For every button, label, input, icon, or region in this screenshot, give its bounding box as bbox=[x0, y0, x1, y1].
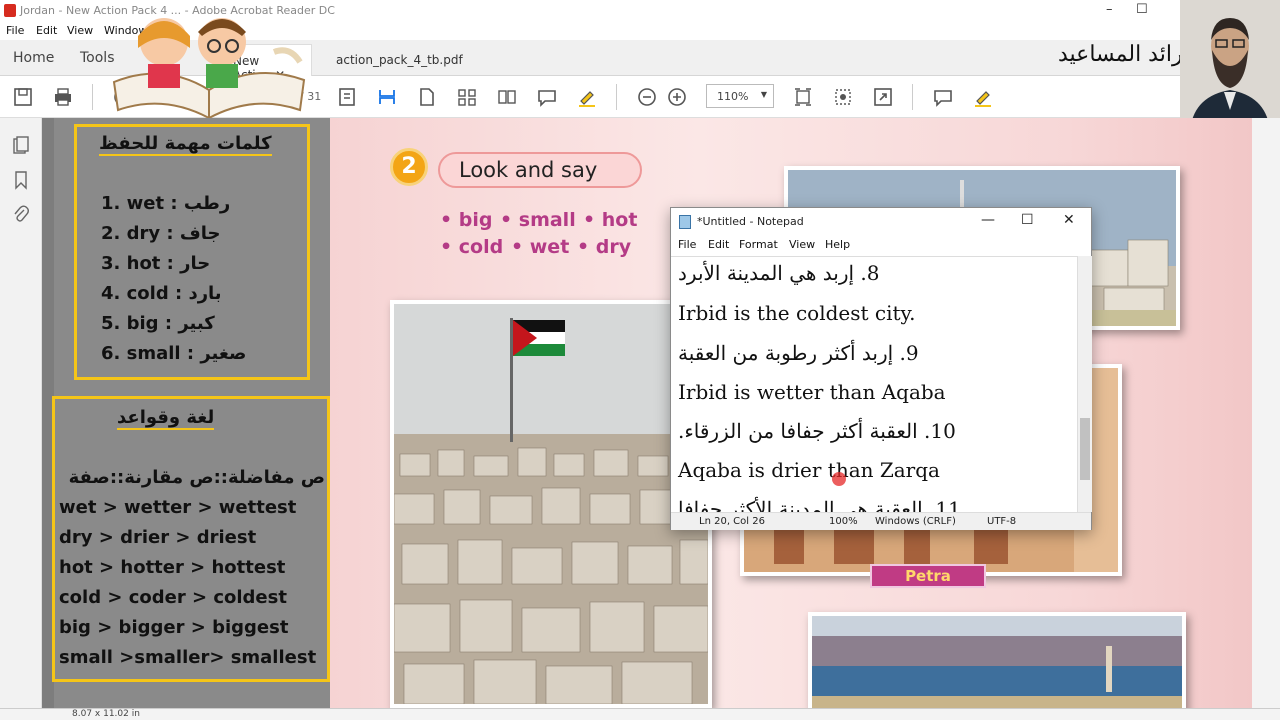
comment-icon[interactable] bbox=[536, 86, 558, 108]
notepad-status-bar: Ln 20, Col 26 100% Windows (CRLF) UTF-8 bbox=[671, 512, 1091, 530]
page-size: 8.07 x 11.02 in bbox=[72, 709, 140, 719]
viewer-scrollbar[interactable] bbox=[1252, 118, 1280, 708]
vocab-item: 3. hot : حار bbox=[101, 253, 211, 274]
page-thumbnail-icon[interactable] bbox=[336, 86, 358, 108]
attachment-icon[interactable] bbox=[11, 204, 31, 224]
notepad-title: *Untitled - Notepad bbox=[697, 215, 804, 228]
grammar-box: لغة وقواعد ص مفاضلة::ص مقارنة::صفة wet >… bbox=[52, 396, 330, 682]
acrobat-status-bar: 8.07 x 11.02 in bbox=[0, 708, 1280, 720]
organize-pages-icon[interactable] bbox=[456, 86, 478, 108]
line-ending: Windows (CRLF) bbox=[875, 516, 956, 527]
mouse-pointer-highlight bbox=[832, 472, 846, 486]
notepad-text-area[interactable]: 8. إربد هي المدينة الأبرد Irbid is the c… bbox=[671, 256, 1077, 512]
select-tool-icon[interactable] bbox=[376, 86, 398, 108]
zoom-out-icon[interactable] bbox=[636, 86, 658, 108]
kids-reading-logo bbox=[112, 18, 306, 120]
notepad-icon bbox=[679, 215, 691, 229]
vocab-word: • small bbox=[500, 209, 576, 231]
zoom-level: 100% bbox=[829, 516, 858, 527]
vocab-item: 6. small : صغير bbox=[101, 343, 247, 364]
np-menu-view[interactable]: View bbox=[789, 238, 815, 251]
grammar-row: wet > wetter > wettest bbox=[59, 497, 297, 518]
channel-brand-name: رائد المساعيد bbox=[1058, 42, 1183, 67]
vocab-item: 4. cold : بارد bbox=[101, 283, 222, 304]
vocab-word: • big bbox=[440, 209, 493, 231]
vocab-item: 5. big : كبير bbox=[101, 313, 215, 334]
toolbar-divider bbox=[912, 84, 913, 110]
notepad-window[interactable]: *Untitled - Notepad — ☐ ✕ File Edit Form… bbox=[670, 207, 1092, 530]
rotate-icon[interactable] bbox=[832, 86, 854, 108]
maximize-icon[interactable]: ☐ bbox=[1136, 2, 1148, 17]
vocab-word: • hot bbox=[583, 209, 638, 231]
vocab-word: • wet bbox=[511, 236, 570, 258]
maximize-icon[interactable]: ☐ bbox=[1021, 212, 1034, 228]
two-page-view-icon[interactable] bbox=[496, 86, 518, 108]
notepad-scrollbar[interactable] bbox=[1077, 256, 1092, 512]
vocab-item: 2. dry : جاف bbox=[101, 223, 221, 244]
cursor-position: Ln 20, Col 26 bbox=[699, 516, 765, 527]
menu-edit[interactable]: Edit bbox=[36, 24, 57, 37]
close-icon[interactable]: ✕ bbox=[1063, 212, 1075, 228]
document-icon[interactable] bbox=[416, 86, 438, 108]
np-menu-help[interactable]: Help bbox=[825, 238, 850, 251]
vocabulary-title: كلمات مهمة للحفظ bbox=[99, 133, 272, 156]
presenter-image bbox=[1180, 0, 1280, 130]
zoom-value: 110% bbox=[717, 90, 749, 103]
grammar-row: small >smaller> smallest bbox=[59, 647, 317, 668]
full-screen-icon[interactable] bbox=[872, 86, 894, 108]
petra-caption: Petra bbox=[870, 564, 986, 588]
highlight-icon[interactable] bbox=[972, 86, 994, 108]
navigation-rail bbox=[0, 118, 42, 708]
aqaba-coast-photo bbox=[808, 612, 1186, 712]
np-menu-file[interactable]: File bbox=[678, 238, 696, 251]
acrobat-app-icon bbox=[4, 4, 16, 17]
text-line: Irbid is the coldest city. bbox=[678, 301, 916, 325]
grammar-row: hot > hotter > hottest bbox=[59, 557, 286, 578]
scrollbar-thumb[interactable] bbox=[1080, 418, 1090, 480]
doc-tab-inactive[interactable]: action_pack_4_tb.pdf bbox=[326, 44, 473, 76]
zoom-in-icon[interactable] bbox=[666, 86, 688, 108]
exercise-heading: Look and say bbox=[438, 152, 642, 188]
menu-view[interactable]: View bbox=[67, 24, 93, 37]
grammar-row: cold > coder > coldest bbox=[59, 587, 287, 608]
grammar-row: dry > drier > driest bbox=[59, 527, 257, 548]
vocab-item: 1. wet : رطب bbox=[101, 193, 231, 214]
comment-icon[interactable] bbox=[932, 86, 954, 108]
toolbar-divider bbox=[92, 84, 93, 110]
zoom-select[interactable]: 110% ▼ bbox=[706, 84, 774, 108]
vocabulary-box: كلمات مهمة للحفظ 1. wet : رطب 2. dry : ج… bbox=[74, 124, 310, 380]
np-menu-edit[interactable]: Edit bbox=[708, 238, 729, 251]
grammar-row: big > bigger > biggest bbox=[59, 617, 289, 638]
text-line: Irbid is wetter than Aqaba bbox=[678, 380, 946, 404]
pages-panel-icon[interactable] bbox=[11, 136, 31, 156]
tab-home[interactable]: Home bbox=[13, 50, 54, 66]
grammar-header: ص مفاضلة::ص مقارنة::صفة bbox=[68, 467, 325, 488]
text-line: 10. العقبة أكثر جفافا من الزرقاء. bbox=[678, 419, 956, 443]
highlight-icon[interactable] bbox=[576, 86, 598, 108]
toolbar-divider bbox=[616, 84, 617, 110]
np-menu-format[interactable]: Format bbox=[739, 238, 778, 251]
amman-city-photo bbox=[390, 300, 712, 708]
menu-file[interactable]: File bbox=[6, 24, 24, 37]
chevron-down-icon: ▼ bbox=[760, 90, 767, 99]
encoding: UTF-8 bbox=[987, 516, 1017, 527]
exercise-number: 2 bbox=[390, 148, 428, 186]
vocab-word: • dry bbox=[577, 236, 632, 258]
print-icon[interactable] bbox=[52, 86, 74, 108]
text-line: 11. العقبة هي المدينة الأكثر جفافا bbox=[678, 497, 961, 512]
text-line: Aqaba is drier than Zarqa bbox=[678, 458, 940, 482]
minimize-icon[interactable]: – bbox=[1106, 2, 1113, 17]
save-icon[interactable] bbox=[12, 86, 34, 108]
minimize-icon[interactable]: — bbox=[981, 212, 995, 228]
bookmark-icon[interactable] bbox=[11, 170, 31, 190]
webcam-video bbox=[1180, 0, 1280, 130]
text-line: 8. إربد هي المدينة الأبرد bbox=[678, 261, 880, 285]
fit-page-icon[interactable] bbox=[792, 86, 814, 108]
text-line: 9. إربد أكثر رطوبة من العقبة bbox=[678, 341, 919, 365]
grammar-title: لغة وقواعد bbox=[117, 407, 215, 430]
vocab-word: • cold bbox=[440, 236, 504, 258]
